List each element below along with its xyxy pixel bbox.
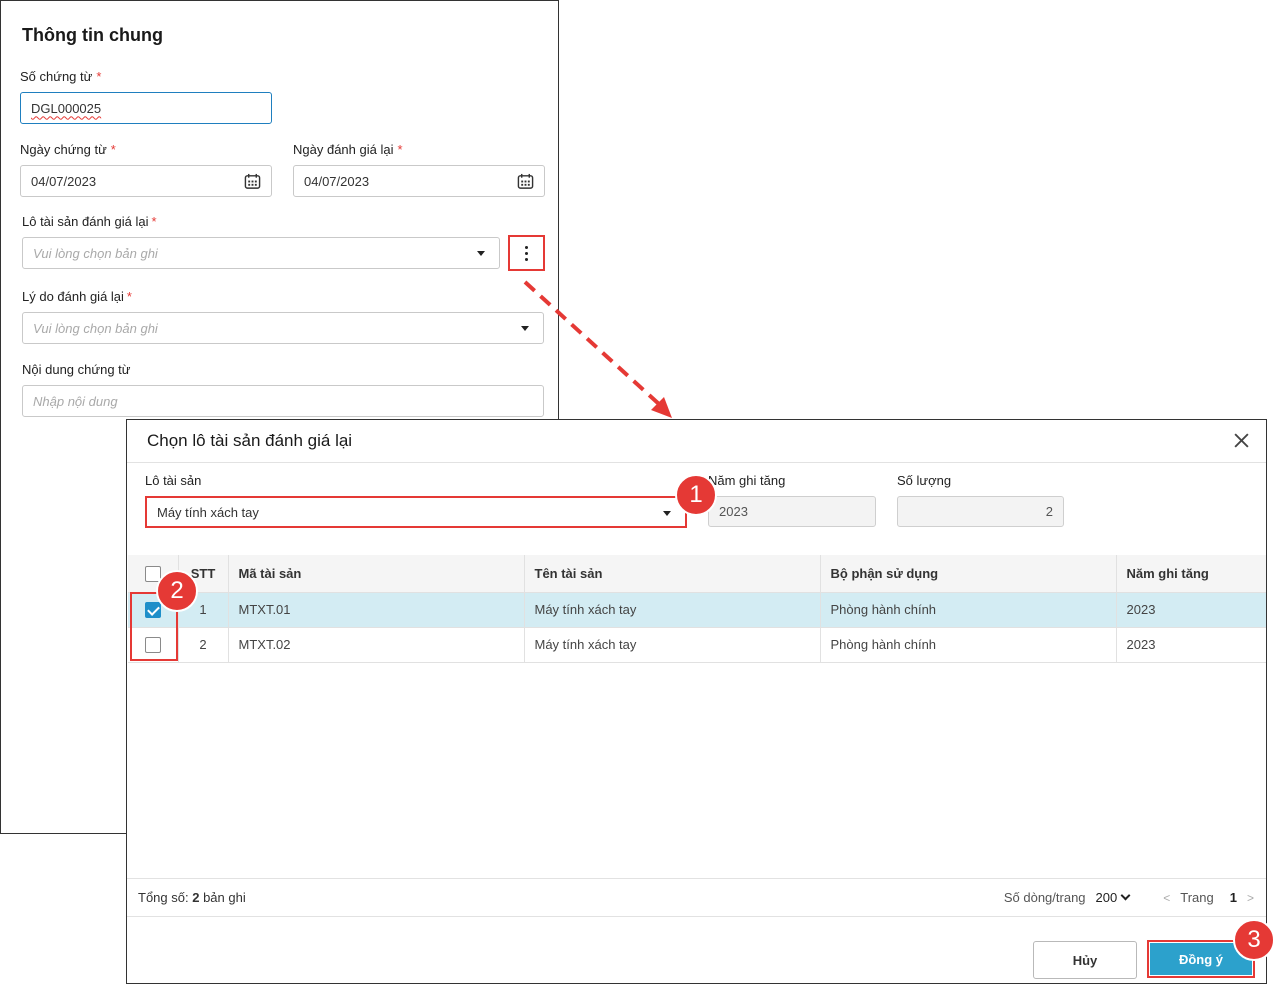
table-row[interactable]: 1 MTXT.01 Máy tính xách tay Phòng hành c… [128,592,1266,628]
row-department: Phòng hành chính [820,592,1117,628]
row-asset-name: Máy tính xách tay [524,627,821,663]
close-icon[interactable] [1233,432,1250,449]
divider [127,878,1266,879]
content-label: Nội dung chứng từ [22,362,131,377]
voucher-date-value: 04/07/2023 [31,173,97,189]
batch-select[interactable]: Máy tính xách tay [145,496,687,528]
batch-label: Lô tài sản [145,473,202,488]
revaluation-date-input[interactable]: 04/07/2023 [293,165,545,197]
asset-batch-select[interactable]: Vui lòng chọn bản ghi [22,237,500,269]
cancel-button[interactable]: Hủy [1033,941,1137,979]
revaluation-date-value: 04/07/2023 [304,173,370,189]
dialog-title: Chọn lô tài sản đánh giá lại [147,431,353,450]
calendar-icon[interactable] [244,173,261,190]
prev-page-button[interactable]: < [1163,891,1170,905]
asset-batch-label: Lô tài sản đánh giá lại * [22,214,157,229]
chevron-down-icon [1120,890,1131,901]
row-department: Phòng hành chính [820,627,1117,663]
step-badge-1: 1 [675,474,717,516]
page-label: Trang [1180,890,1214,905]
total-records: Tổng số: 2 bản ghi [138,890,246,905]
chevron-down-icon [477,251,485,256]
pagination: Số dòng/trang 200 < Trang 1 > [1004,890,1254,905]
col-asset-code: Mã tài sản [228,555,525,593]
more-options-button[interactable] [508,235,545,271]
current-page: 1 [1229,890,1237,905]
content-placeholder: Nhập nội dung [33,393,118,409]
row-year: 2023 [1116,592,1266,628]
batch-value: Máy tính xách tay [157,504,259,520]
rows-per-page-label: Số dòng/trang [1003,890,1086,905]
year-value: 2023 [719,504,748,519]
reason-placeholder: Vui lòng chọn bản ghi [33,320,158,336]
year-field: 2023 [708,496,876,527]
asset-table: STT Mã tài sản Tên tài sản Bộ phận sử dụ… [128,555,1266,663]
row-asset-code: MTXT.02 [228,627,525,663]
form-title: Thông tin chung [22,25,163,45]
next-page-button[interactable]: > [1247,891,1254,905]
voucher-no-label: Số chứng từ * [20,69,102,84]
voucher-date-label: Ngày chứng từ * [20,142,116,157]
table-row[interactable]: 2 MTXT.02 Máy tính xách tay Phòng hành c… [128,627,1266,663]
asset-batch-placeholder: Vui lòng chọn bản ghi [33,245,158,261]
voucher-date-input[interactable]: 04/07/2023 [20,165,272,197]
table-header-row: STT Mã tài sản Tên tài sản Bộ phận sử dụ… [128,555,1266,593]
revaluation-date-label: Ngày đánh giá lại * [293,142,403,157]
voucher-no-input[interactable]: DGL000025 [20,92,272,124]
voucher-no-value: DGL000025 [31,100,102,116]
divider [127,916,1266,917]
col-asset-name: Tên tài sản [524,555,821,593]
chevron-down-icon [663,511,671,516]
chevron-down-icon [521,326,529,331]
rows-per-page-select[interactable]: 200 [1096,890,1131,905]
quantity-field: 2 [897,496,1064,527]
reason-label: Lý do đánh giá lại * [22,289,132,304]
quantity-label: Số lượng [897,473,952,488]
quantity-value: 2 [1045,504,1053,519]
col-year: Năm ghi tăng [1116,555,1266,593]
row-asset-code: MTXT.01 [228,592,525,628]
content-input[interactable]: Nhập nội dung [22,385,544,417]
row-asset-name: Máy tính xách tay [524,592,821,628]
col-department: Bộ phận sử dụng [820,555,1117,593]
calendar-icon[interactable] [517,173,534,190]
row-year: 2023 [1116,627,1266,663]
row-stt: 2 [178,627,229,663]
year-label: Năm ghi tăng [708,473,786,488]
step-badge-2: 2 [156,570,198,612]
divider [127,462,1266,463]
step-badge-3: 3 [1233,919,1275,961]
reason-select[interactable]: Vui lòng chọn bản ghi [22,312,544,344]
